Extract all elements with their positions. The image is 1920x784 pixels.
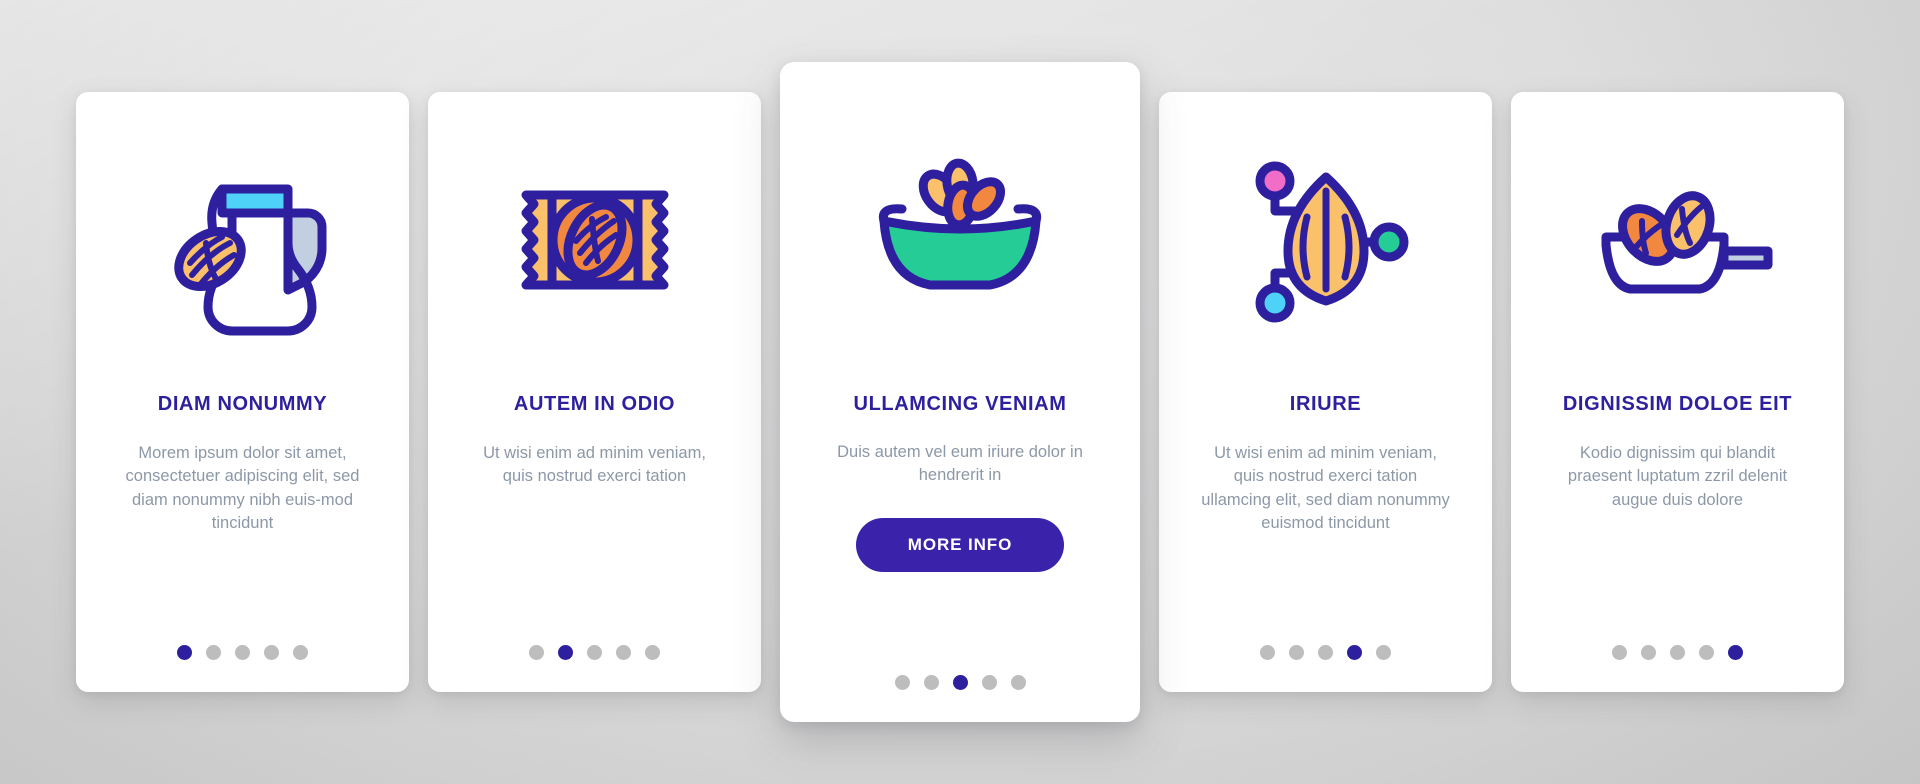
pagination-dot-2[interactable]: [1641, 645, 1656, 660]
card-title: DIAM NONUMMY: [157, 393, 328, 415]
pagination-dots: [780, 675, 1140, 690]
pagination-dot-2[interactable]: [923, 675, 939, 690]
pagination-dot-3[interactable]: [235, 645, 250, 660]
pagination-dot-2[interactable]: [558, 645, 573, 660]
pagination-dot-5[interactable]: [1728, 645, 1743, 660]
pagination-dot-1[interactable]: [177, 645, 192, 660]
pagination-dot-4[interactable]: [616, 645, 631, 660]
pagination-dot-5[interactable]: [645, 645, 660, 660]
almond-candy-wrapper-icon: [450, 92, 739, 392]
card-title: DIGNISSIM DOLOE EIT: [1562, 393, 1793, 415]
pagination-dot-5[interactable]: [1376, 645, 1391, 660]
pagination-dot-5[interactable]: [293, 645, 308, 660]
onboarding-card-list: DIAM NONUMMY Morem ipsum dolor sit amet,…: [0, 0, 1920, 784]
onboarding-card-5[interactable]: DIGNISSIM DOLOE EIT Kodio dignissim qui …: [1511, 92, 1844, 692]
card-body-text: Ut wisi enim ad minim veniam, quis nostr…: [483, 444, 706, 486]
card-body-text: Kodio dignissim qui blandit praesent lup…: [1567, 444, 1788, 509]
pagination-dot-1[interactable]: [1612, 645, 1627, 660]
onboarding-screens-stage: DIAM NONUMMY Morem ipsum dolor sit amet,…: [0, 0, 1920, 784]
more-info-button[interactable]: MORE INFO: [855, 517, 1065, 572]
pagination-dot-4[interactable]: [1699, 645, 1714, 660]
onboarding-card-4[interactable]: IRIURE Ut wisi enim ad minim veniam, qui…: [1159, 92, 1492, 692]
pagination-dot-2[interactable]: [206, 645, 221, 660]
almond-bowl-icon: [802, 62, 1118, 392]
pagination-dot-4[interactable]: [1347, 645, 1362, 660]
pagination-dot-2[interactable]: [1289, 645, 1304, 660]
pagination-dot-1[interactable]: [1260, 645, 1275, 660]
card-title: IRIURE: [1289, 393, 1362, 415]
pagination-dot-3[interactable]: [1318, 645, 1333, 660]
almond-network-nodes-icon: [1181, 92, 1470, 392]
pagination-dot-3[interactable]: [952, 675, 968, 690]
pagination-dot-3[interactable]: [587, 645, 602, 660]
pagination-dots: [1511, 645, 1844, 660]
almond-milk-jug-icon: [98, 92, 387, 392]
pagination-dot-4[interactable]: [981, 675, 997, 690]
onboarding-card-2[interactable]: AUTEM IN ODIO Ut wisi enim ad minim veni…: [428, 92, 761, 692]
pagination-dot-1[interactable]: [529, 645, 544, 660]
pagination-dot-1[interactable]: [894, 675, 910, 690]
pagination-dot-5[interactable]: [1010, 675, 1026, 690]
onboarding-card-3[interactable]: ULLAMCING VENIAM Duis autem vel eum iriu…: [780, 62, 1140, 722]
pagination-dots: [428, 645, 761, 660]
pagination-dots: [1159, 645, 1492, 660]
card-body-text: Duis autem vel eum iriure dolor in hendr…: [837, 443, 1083, 485]
pagination-dots: [76, 645, 409, 660]
pagination-dot-4[interactable]: [264, 645, 279, 660]
card-title: ULLAMCING VENIAM: [853, 393, 1067, 415]
card-body-text: Morem ipsum dolor sit amet, consectetuer…: [125, 444, 360, 533]
card-title: AUTEM IN ODIO: [513, 393, 676, 415]
pagination-dot-3[interactable]: [1670, 645, 1685, 660]
onboarding-card-1[interactable]: DIAM NONUMMY Morem ipsum dolor sit amet,…: [76, 92, 409, 692]
almond-frying-pan-icon: [1533, 92, 1822, 392]
card-body-text: Ut wisi enim ad minim veniam, quis nostr…: [1201, 444, 1450, 533]
